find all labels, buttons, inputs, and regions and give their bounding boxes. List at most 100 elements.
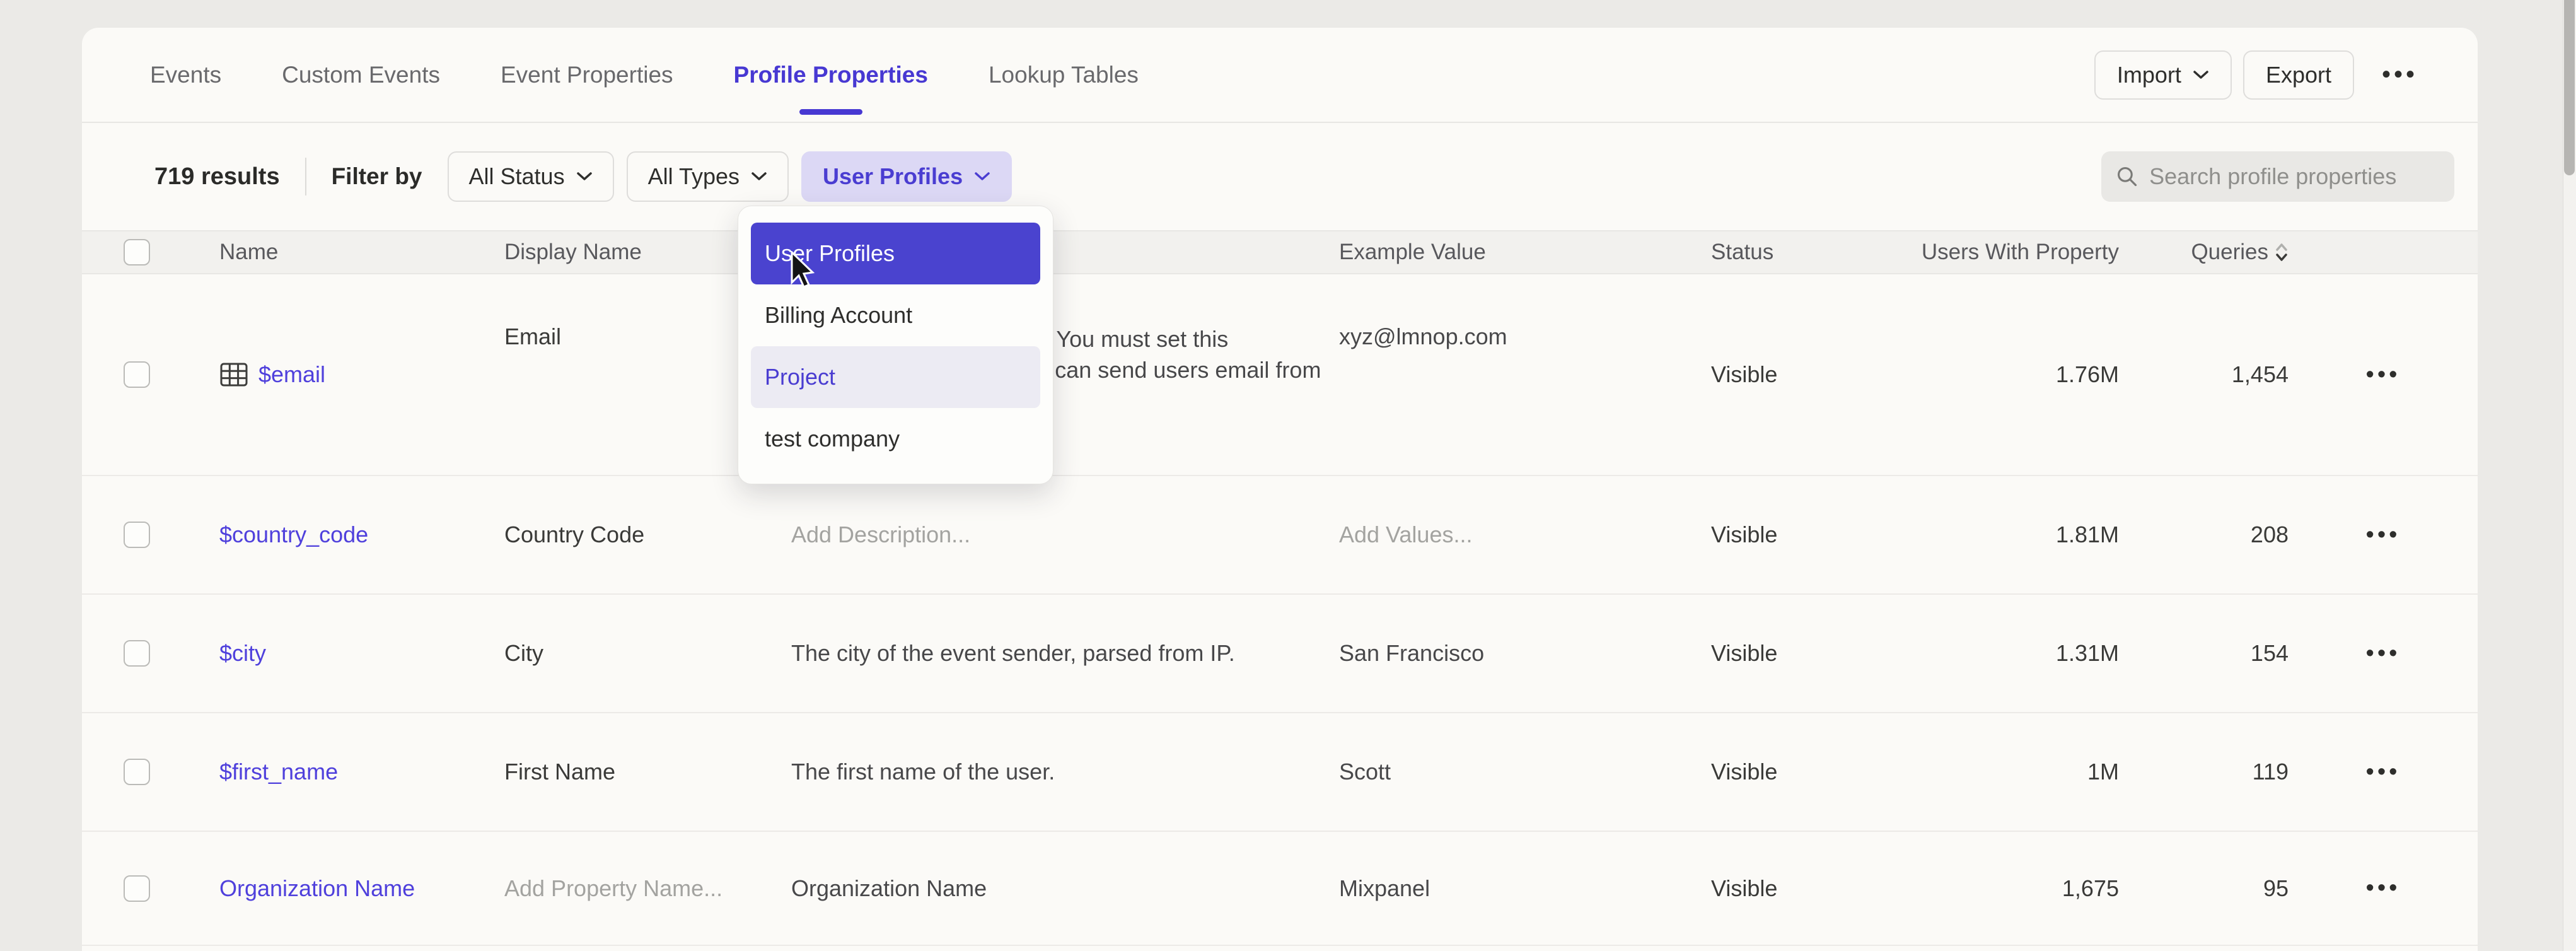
table-row: $first_name First Name The first name of… [82, 713, 2478, 832]
scrollbar-thumb[interactable] [2564, 0, 2575, 175]
dropdown-item-test-company[interactable]: test company [751, 408, 1040, 470]
property-name-link[interactable]: Organization Name [219, 875, 415, 902]
page-background: Events Custom Events Event Properties Pr… [0, 0, 2576, 951]
table-row: $country_code Country Code Add Descripti… [82, 476, 2478, 595]
status-cell[interactable]: Visible [1711, 361, 1885, 388]
display-name-cell[interactable]: Add Property Name... [504, 875, 791, 902]
column-header-status[interactable]: Status [1711, 240, 1885, 265]
tabs-bar: Events Custom Events Event Properties Pr… [82, 28, 2478, 123]
example-value-cell[interactable]: Add Values... [1339, 522, 1711, 548]
tab-label: Event Properties [501, 62, 673, 88]
property-name-link[interactable]: $first_name [219, 759, 338, 785]
row-checkbox[interactable] [124, 640, 150, 667]
chevron-down-icon [751, 172, 767, 182]
queries-cell: 95 [2119, 875, 2289, 902]
table-row: $email Email The user's email address. Y… [82, 274, 2478, 476]
search-input[interactable] [2149, 163, 2439, 190]
tab-event-properties[interactable]: Event Properties [501, 28, 673, 122]
example-value-cell[interactable]: Mixpanel [1339, 875, 1711, 902]
filter-bar: 719 results Filter by All Status All Typ… [82, 123, 2478, 230]
dropdown-item-user-profiles[interactable]: User Profiles [751, 223, 1040, 284]
tab-label: Events [150, 62, 221, 88]
status-cell[interactable]: Visible [1711, 759, 1885, 785]
column-header-users-with-property[interactable]: Users With Property [1885, 240, 2119, 265]
status-filter-button[interactable]: All Status [448, 151, 614, 202]
queries-cell: 119 [2119, 759, 2289, 785]
display-name-cell[interactable]: Country Code [504, 522, 791, 548]
table-row: Organization Name Add Property Name... O… [82, 832, 2478, 946]
users-with-property-cell: 1,675 [1885, 875, 2119, 902]
property-name-link[interactable]: $city [219, 640, 266, 667]
types-filter-button[interactable]: All Types [627, 151, 789, 202]
export-button[interactable]: Export [2243, 50, 2354, 100]
description-cell[interactable]: The city of the event sender, parsed fro… [791, 640, 1339, 667]
tab-custom-events[interactable]: Custom Events [282, 28, 440, 122]
export-button-label: Export [2266, 62, 2331, 88]
status-cell[interactable]: Visible [1711, 522, 1885, 548]
column-header-example-value[interactable]: Example Value [1339, 240, 1711, 265]
display-name-cell[interactable]: City [504, 640, 791, 667]
row-checkbox[interactable] [124, 759, 150, 785]
sort-icon[interactable] [2275, 241, 2289, 264]
description-cell[interactable]: Add Description... [791, 522, 1339, 548]
queries-cell: 1,454 [2119, 361, 2289, 388]
example-value-cell[interactable]: xyz@lmnop.com [1339, 274, 1711, 350]
column-header-name[interactable]: Name [219, 240, 504, 265]
users-with-property-cell: 1M [1885, 759, 2119, 785]
chevron-down-icon [2193, 70, 2209, 80]
users-with-property-cell: 1.81M [1885, 522, 2119, 548]
search-icon [2116, 165, 2138, 189]
dropdown-item-billing-account[interactable]: Billing Account [751, 284, 1040, 346]
table-row: $city City The city of the event sender,… [82, 595, 2478, 713]
tab-events[interactable]: Events [150, 28, 221, 122]
row-actions-icon[interactable]: ••• [2366, 759, 2401, 785]
example-value-cell[interactable]: San Francisco [1339, 640, 1711, 667]
more-options-icon[interactable]: ••• [2382, 61, 2418, 89]
lexicon-panel: Events Custom Events Event Properties Pr… [82, 28, 2478, 951]
table-grid-icon [219, 361, 248, 388]
tab-profile-properties[interactable]: Profile Properties [734, 28, 928, 122]
column-header-queries[interactable]: Queries [2119, 240, 2289, 265]
import-button-label: Import [2117, 62, 2181, 88]
select-all-checkbox[interactable] [124, 239, 150, 265]
tab-list: Events Custom Events Event Properties Pr… [150, 28, 1139, 122]
description-cell[interactable]: Organization Name [791, 875, 1339, 902]
tab-label: Custom Events [282, 62, 440, 88]
filter-by-label: Filter by [332, 163, 422, 190]
row-actions-icon[interactable]: ••• [2366, 640, 2401, 667]
import-button[interactable]: Import [2094, 50, 2232, 100]
tab-lookup-tables[interactable]: Lookup Tables [989, 28, 1139, 122]
example-value-cell[interactable]: Scott [1339, 759, 1711, 785]
queries-header-label: Queries [2191, 240, 2268, 265]
profile-type-filter-label: User Profiles [823, 163, 963, 190]
queries-cell: 208 [2119, 522, 2289, 548]
row-checkbox[interactable] [124, 875, 150, 902]
users-with-property-cell: 1.76M [1885, 361, 2119, 388]
active-tab-underline [799, 109, 862, 115]
dropdown-item-project[interactable]: Project [751, 346, 1040, 408]
chevron-down-icon [576, 172, 593, 182]
status-cell[interactable]: Visible [1711, 640, 1885, 667]
row-actions-icon[interactable]: ••• [2366, 875, 2401, 901]
description-cell[interactable]: The first name of the user. [791, 759, 1339, 785]
profile-type-filter-button[interactable]: User Profiles [801, 151, 1012, 202]
row-checkbox[interactable] [124, 522, 150, 548]
row-actions-icon[interactable]: ••• [2366, 522, 2401, 548]
tab-label: Lookup Tables [989, 62, 1139, 88]
chevron-down-icon [974, 172, 990, 182]
property-name-link[interactable]: $country_code [219, 522, 368, 548]
queries-cell: 154 [2119, 640, 2289, 667]
search-box[interactable] [2101, 151, 2454, 202]
vertical-scrollbar[interactable] [2563, 0, 2576, 951]
display-name-cell[interactable]: First Name [504, 759, 791, 785]
row-checkbox[interactable] [124, 361, 150, 388]
profile-type-dropdown-menu: User Profiles Billing Account Project te… [738, 206, 1053, 484]
table-header: Name Display Name Example Value Status U… [82, 230, 2478, 274]
types-filter-label: All Types [648, 163, 740, 190]
users-with-property-cell: 1.31M [1885, 640, 2119, 667]
toolbar-actions: Import Export ••• [2094, 50, 2418, 100]
status-cell[interactable]: Visible [1711, 875, 1885, 902]
results-count: 719 results [154, 163, 280, 190]
property-name-link[interactable]: $email [258, 361, 325, 388]
row-actions-icon[interactable]: ••• [2366, 361, 2401, 388]
